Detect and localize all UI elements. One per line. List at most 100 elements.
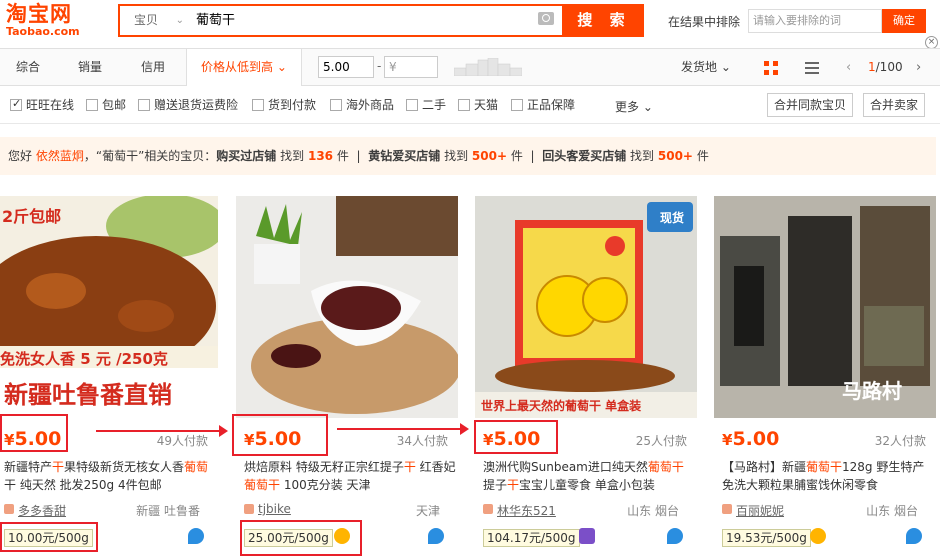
product-title[interactable]: 【马路村】新疆葡萄干128g 野生特产免洗大颗粒果脯蜜饯休闲零食 <box>722 458 936 494</box>
image-text-top: 现货 <box>660 210 684 225</box>
filter-tmall[interactable]: 天猫 <box>458 98 498 112</box>
wangwang-chat-icon[interactable] <box>667 528 683 544</box>
price-value: 5.00 <box>732 428 780 450</box>
product-card[interactable]: 马路村 ¥5.00 32人付款 【马路村】新疆葡萄干128g 野生特产免洗大颗粒… <box>714 196 936 558</box>
product-image[interactable]: 2斤包邮 免洗女人香 5 元 /250克 新疆吐鲁番直销 <box>0 196 218 418</box>
ship-from-label: 发货地 <box>681 60 718 74</box>
filter-overseas[interactable]: 海外商品 <box>330 98 394 112</box>
merge-sellers-button[interactable]: 合并卖家 <box>863 93 926 117</box>
paid-count: 32人付款 <box>874 434 926 448</box>
confirm-button[interactable]: 确定 <box>882 9 926 33</box>
shop-link[interactable]: 林华东521 <box>483 502 556 519</box>
unit-price: 104.17元/500g <box>483 529 580 547</box>
exclude-label: 在结果中排除 <box>668 15 741 29</box>
title-keyword: 干 <box>507 478 520 492</box>
notice-seg3-label: 回头客爱买店铺 <box>542 149 627 163</box>
notice-seg3-count[interactable]: 500+ <box>658 149 693 163</box>
filter-free-shipping[interactable]: 包邮 <box>86 98 126 112</box>
notice-seg3-pre: 找到 <box>630 149 655 163</box>
annotation-box-price-1 <box>0 414 68 452</box>
product-card[interactable]: 2斤包邮 免洗女人香 5 元 /250克 新疆吐鲁番直销 ¥5.00 49人付款… <box>0 196 218 558</box>
sort-tab-sales[interactable]: 销量 <box>78 49 102 86</box>
title-keyword: 葡萄干 <box>647 460 684 474</box>
product-title[interactable]: 新疆特产干果特级新货无核女人香葡萄干 纯天然 批发250g 4件包邮 <box>4 458 218 494</box>
logo-cn: 淘宝网 <box>6 2 72 26</box>
annotation-box-unit-1 <box>0 522 98 552</box>
checkbox[interactable] <box>252 99 264 111</box>
annotation-box-unit-2 <box>240 520 362 556</box>
filter-wangwang-online[interactable]: 旺旺在线 <box>10 97 74 112</box>
product-image[interactable]: 现货 世界上最天然的葡萄干 单盒装 <box>475 196 697 418</box>
paid-count: 25人付款 <box>635 434 687 448</box>
checkbox[interactable] <box>330 99 342 111</box>
notice-separator: | <box>356 149 361 163</box>
filter-return-insurance[interactable]: 赠送退货运费险 <box>138 98 238 112</box>
taobao-logo[interactable]: 淘宝网 Taobao.com <box>6 2 90 42</box>
purple-badge-icon <box>579 528 595 544</box>
wangwang-chat-icon[interactable] <box>428 528 444 544</box>
price-histogram[interactable] <box>454 58 522 76</box>
shop-link[interactable]: 多多香甜 <box>4 502 66 519</box>
sort-tab-price-asc[interactable]: 价格从低到高 ⌄ <box>186 49 302 86</box>
title-keyword: 葡萄干 <box>806 460 843 474</box>
search-button[interactable]: 搜 索 <box>564 4 644 37</box>
search-scope-label: 宝贝 <box>134 13 159 27</box>
sort-tab-comprehensive[interactable]: 综合 <box>16 49 40 86</box>
checkbox[interactable] <box>511 99 523 111</box>
price-max-input[interactable]: ¥ <box>384 56 438 78</box>
product-image[interactable]: 马路村 <box>714 196 936 418</box>
notice-seg2-count[interactable]: 500+ <box>472 149 507 163</box>
wangwang-chat-icon[interactable] <box>906 528 922 544</box>
checkbox[interactable] <box>458 99 470 111</box>
filter-label: 天猫 <box>474 98 499 112</box>
product-image[interactable] <box>236 196 458 418</box>
title-text: 烘焙原料 特级无籽正宗红提子 <box>244 460 404 474</box>
checkbox[interactable] <box>86 99 98 111</box>
shop-link[interactable]: tjbike <box>244 502 291 516</box>
product-title[interactable]: 澳洲代购Sunbeam进口纯天然葡萄干 提子干宝宝儿童零食 单盒小包装 <box>483 458 697 494</box>
title-text: 干 纯天然 批发250g 4件包邮 <box>4 478 162 492</box>
checkbox-checked[interactable] <box>10 97 22 111</box>
annotation-arrow-2 <box>337 423 469 435</box>
list-view-icon[interactable] <box>805 61 819 75</box>
search-input[interactable]: 葡萄干 <box>192 6 532 35</box>
product-price: ¥5.00 <box>722 428 779 450</box>
page-prev-icon[interactable]: ‹ <box>846 49 851 86</box>
shop-link[interactable]: 百丽妮妮 <box>722 502 784 519</box>
chevron-down-icon: ⌄ <box>175 15 184 26</box>
title-text: 红香妃 <box>415 460 456 474</box>
title-text: 澳洲代购Sunbeam进口纯天然 <box>483 460 648 474</box>
notice-separator: | <box>530 149 535 163</box>
price-min-input[interactable]: 5.00 <box>318 56 374 78</box>
exclude-input[interactable]: 请输入要排除的词 <box>748 9 882 33</box>
checkbox[interactable] <box>406 99 418 111</box>
product-title[interactable]: 烘焙原料 特级无籽正宗红提子干 红香妃葡萄干 100克分装 天津 <box>244 458 458 494</box>
image-text-top: 2斤包邮 <box>2 207 61 226</box>
notice-seg1-pre: 找到 <box>280 149 305 163</box>
product-location: 新疆 吐鲁番 <box>136 504 200 518</box>
page-next-icon[interactable]: › <box>916 49 921 86</box>
merge-same-items-button[interactable]: 合并同款宝贝 <box>767 93 854 117</box>
product-card[interactable]: ¥5.00 34人付款 烘焙原料 特级无籽正宗红提子干 红香妃葡萄干 100克分… <box>236 196 458 558</box>
filter-genuine[interactable]: 正品保障 <box>511 98 575 112</box>
product-card[interactable]: 现货 世界上最天然的葡萄干 单盒装 ¥5.00 25人付款 澳洲代购Sunbea… <box>475 196 697 558</box>
logo-en: Taobao.com <box>6 25 80 38</box>
search-scope-select[interactable]: 宝贝 ⌄ <box>120 6 190 35</box>
filter-label: 包邮 <box>102 98 127 112</box>
checkbox[interactable] <box>138 99 150 111</box>
filter-cod[interactable]: 货到付款 <box>252 98 316 112</box>
sort-bar: 综合 销量 信用 价格从低到高 ⌄ 5.00 - ¥ 发货地 ⌄ ‹ 1/100… <box>0 48 940 86</box>
camera-icon[interactable] <box>538 12 554 25</box>
unit-price: 19.53元/500g <box>722 529 811 547</box>
filter-label: 正品保障 <box>527 98 576 112</box>
notice-username[interactable]: 依然蓝炯 <box>36 149 84 163</box>
more-filters-button[interactable]: 更多 ⌄ <box>615 98 653 115</box>
sort-tab-credit[interactable]: 信用 <box>141 49 165 86</box>
notice-seg1-count[interactable]: 136 <box>308 149 333 163</box>
grid-view-icon[interactable] <box>764 61 778 75</box>
title-keyword: 葡萄 <box>184 460 209 474</box>
annotation-box-price-2 <box>232 414 328 456</box>
filter-second-hand[interactable]: 二手 <box>406 98 446 112</box>
wangwang-chat-icon[interactable] <box>188 528 204 544</box>
ship-from-dropdown[interactable]: 发货地 ⌄ <box>681 49 731 86</box>
